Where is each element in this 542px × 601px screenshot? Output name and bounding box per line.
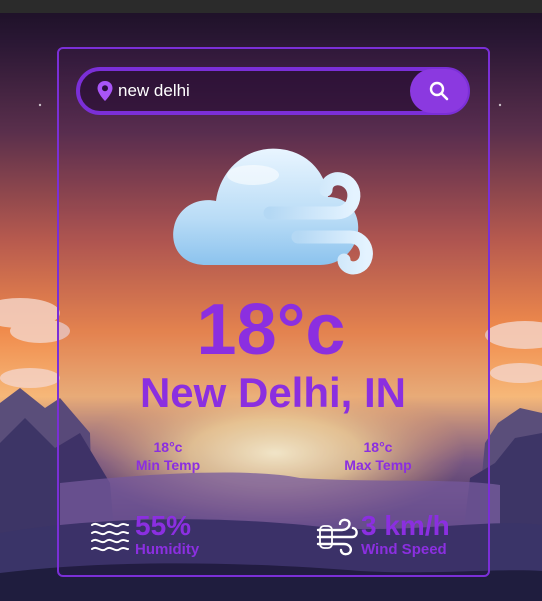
max-temp-label: Max Temp bbox=[344, 457, 412, 473]
search-button[interactable] bbox=[410, 69, 468, 113]
window-top-bar bbox=[0, 0, 542, 13]
wind-icon bbox=[316, 518, 358, 556]
min-temp-block: 18°c Min Temp bbox=[108, 438, 228, 474]
humidity-value: 55% bbox=[135, 510, 192, 541]
current-temperature: 18°c bbox=[196, 290, 346, 370]
humidity-waves-icon bbox=[91, 522, 129, 552]
max-temp-value: 18°c bbox=[363, 439, 393, 455]
humidity-block: 55% Humidity bbox=[135, 511, 199, 559]
max-temp-block: 18°c Max Temp bbox=[318, 438, 438, 474]
map-pin-icon bbox=[97, 81, 113, 101]
wind-speed-value: 3 km/h bbox=[361, 510, 450, 541]
search-input[interactable] bbox=[118, 76, 408, 106]
search-icon bbox=[429, 81, 449, 101]
min-temp-value: 18°c bbox=[153, 439, 183, 455]
city-name: New Delhi, IN bbox=[139, 369, 407, 416]
min-temp-label: Min Temp bbox=[135, 457, 201, 473]
cloud-wind-icon bbox=[173, 148, 373, 275]
humidity-label: Humidity bbox=[135, 541, 200, 558]
wind-speed-label: Wind Speed bbox=[361, 541, 447, 558]
wind-block: 3 km/h Wind Speed bbox=[361, 511, 450, 559]
search-bar bbox=[76, 67, 470, 115]
